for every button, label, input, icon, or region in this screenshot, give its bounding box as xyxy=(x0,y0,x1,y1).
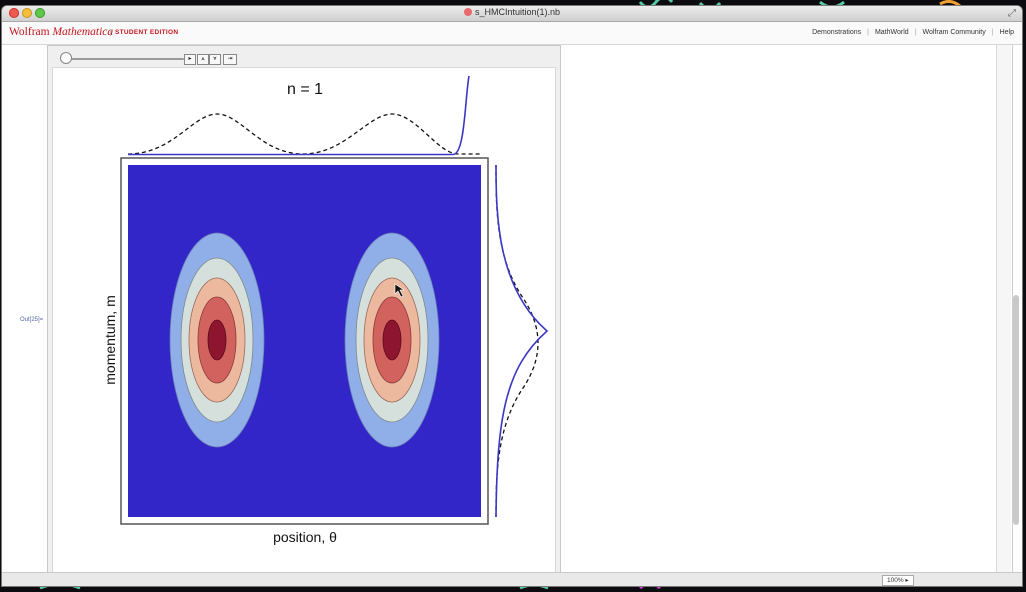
notebook-file-icon xyxy=(463,8,472,16)
notebook-content: Out[25]= ▸ ⩓ ⩔ ⇥ n = 1 position, θ momen… xyxy=(2,45,1022,586)
plot-title: n = 1 xyxy=(287,81,323,98)
link-help[interactable]: Help xyxy=(1000,29,1014,36)
contour-right-mode xyxy=(344,232,440,448)
step-forward-icon: ⩓ xyxy=(201,56,205,62)
window-title-wrap: s_HMCIntuition(1).nb xyxy=(2,7,1022,17)
wolfram-toolbar: Wolfram Mathematica STUDENT EDITION Demo… xyxy=(2,22,1022,45)
wolfram-mathematica-logo: Wolfram Mathematica xyxy=(9,26,113,38)
plot-panel: n = 1 position, θ momentum, m xyxy=(52,67,556,581)
direction-button[interactable]: ⇥ xyxy=(223,54,237,65)
link-wolfram-community[interactable]: Wolfram Community xyxy=(922,29,985,36)
x-axis-label: position, θ xyxy=(273,529,337,545)
slower-button[interactable]: ⩔ xyxy=(209,54,221,65)
vertical-scroll-thumb[interactable] xyxy=(1013,295,1019,525)
student-edition-label: STUDENT EDITION xyxy=(110,29,178,36)
fullscreen-icon[interactable]: ⤢ xyxy=(1008,8,1016,19)
contour-right-level-5 xyxy=(382,319,402,361)
animation-controls: ▸ ⩓ ⩔ ⇥ xyxy=(56,52,256,66)
slider-thumb[interactable] xyxy=(60,52,72,64)
play-button[interactable]: ▸ xyxy=(184,54,196,65)
status-bar: 100% ▸ xyxy=(2,572,1022,586)
output-cell-label: Out[25]= xyxy=(20,317,44,323)
window-titlebar: s_HMCIntuition(1).nb ⤢ xyxy=(2,6,1022,22)
top-marginal-target xyxy=(127,113,481,155)
y-axis-label: momentum, m xyxy=(102,295,118,384)
link-mathworld[interactable]: MathWorld xyxy=(875,29,909,36)
right-marginal-target xyxy=(495,164,539,518)
cell-bracket-area[interactable] xyxy=(996,45,1011,586)
link-demonstrations[interactable]: Demonstrations xyxy=(812,29,861,36)
right-marginal-sample xyxy=(495,164,549,518)
window-title: s_HMCIntuition(1).nb xyxy=(474,7,561,17)
brand-mathematica: Mathematica xyxy=(52,26,114,38)
contour-left-level-5 xyxy=(207,319,227,361)
zoom-menu[interactable]: 100% ▸ xyxy=(882,575,914,586)
brand-wolfram: Wolfram xyxy=(9,26,50,38)
mathematica-window: s_HMCIntuition(1).nb ⤢ Wolfram Mathemati… xyxy=(2,6,1022,586)
direction-icon: ⇥ xyxy=(227,56,233,62)
faster-button[interactable]: ⩓ xyxy=(197,54,209,65)
slider-track[interactable] xyxy=(60,58,184,60)
hmc-plot: n = 1 position, θ momentum, m xyxy=(102,75,549,545)
zoom-value: 100% xyxy=(887,577,904,584)
contour-left-mode xyxy=(169,232,265,448)
manipulate-output: ▸ ⩓ ⩔ ⇥ n = 1 position, θ momentum, m xyxy=(47,45,561,585)
toolbar-links: Demonstrations | MathWorld | Wolfram Communi… xyxy=(812,29,1014,36)
play-icon: ▸ xyxy=(188,56,192,62)
step-back-icon: ⩔ xyxy=(213,56,217,62)
